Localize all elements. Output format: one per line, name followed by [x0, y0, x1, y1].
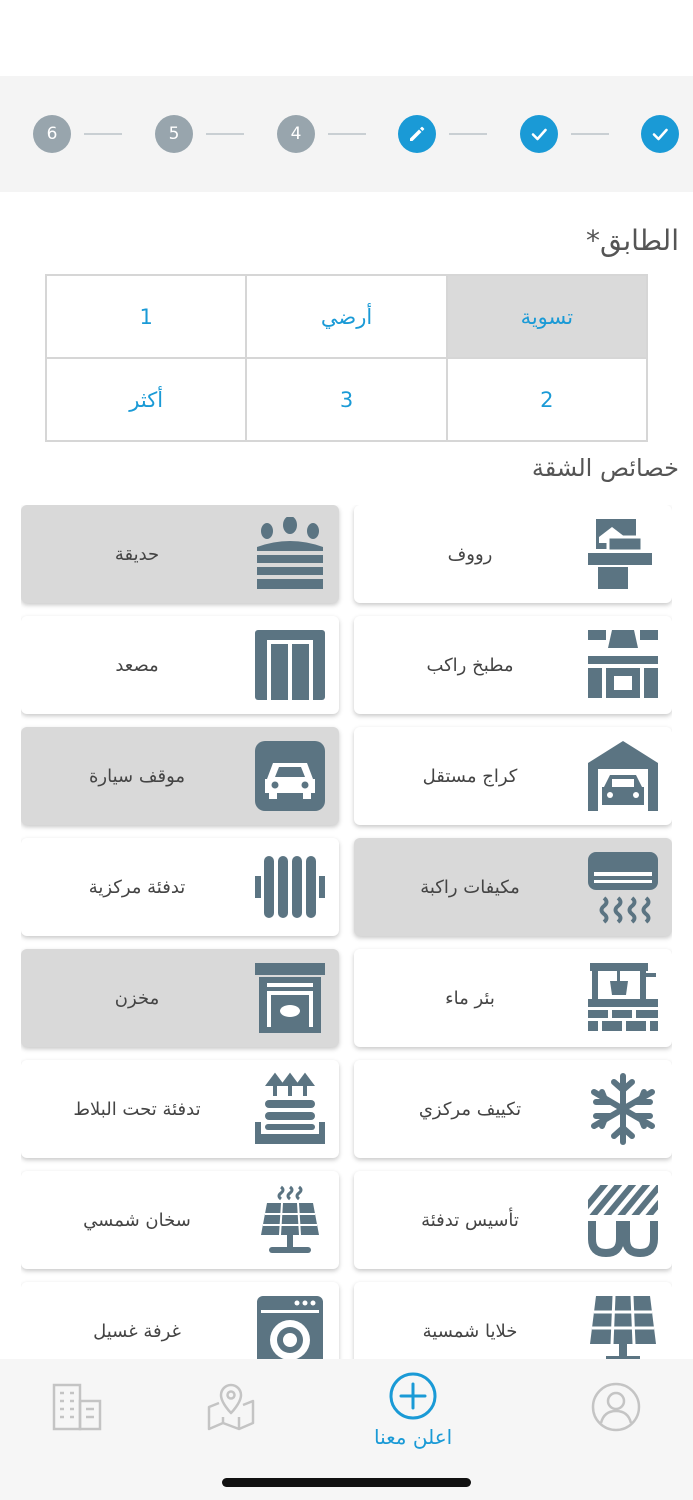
- user-profile-icon: [591, 1382, 641, 1432]
- feature-card-central-ac[interactable]: تكييف مركزي: [354, 1060, 672, 1158]
- floor-option-1[interactable]: 1: [47, 276, 246, 357]
- nav-advertise[interactable]: اعلن معنا: [374, 1371, 452, 1449]
- air-conditioner-icon: [588, 852, 658, 924]
- step-connector: [449, 133, 487, 135]
- feature-label: مصعد: [115, 654, 159, 676]
- feature-card-garden[interactable]: حديقة: [21, 505, 339, 603]
- garden-icon: [257, 517, 323, 589]
- feature-card-water-well[interactable]: بئر ماء: [354, 949, 672, 1047]
- floor-option-basement[interactable]: تسوية: [447, 276, 646, 357]
- solar-panel-icon: [590, 1295, 656, 1359]
- plus-circle-icon: [389, 1372, 437, 1420]
- feature-card-roof[interactable]: رووف: [354, 505, 672, 603]
- step-2-done[interactable]: [520, 115, 558, 153]
- nav-properties[interactable]: [50, 1381, 104, 1433]
- floor-option-more[interactable]: أكثر: [47, 359, 246, 440]
- feature-label: خلايا شمسية: [422, 1320, 518, 1342]
- floor-heating-icon: [255, 1072, 325, 1144]
- feature-card-solar-heater[interactable]: سخان شمسي: [21, 1171, 339, 1269]
- step-connector: [571, 133, 609, 135]
- feature-card-garage[interactable]: كراج مستقل: [354, 727, 672, 825]
- feature-label: حديقة: [114, 543, 160, 565]
- solar-heater-icon: [261, 1185, 319, 1253]
- garage-icon: [588, 741, 658, 811]
- feature-label: مكيفات راكبة: [420, 876, 520, 898]
- check-icon: [531, 128, 547, 141]
- floor-option-3[interactable]: 3: [247, 359, 446, 440]
- storage-icon: [255, 963, 325, 1033]
- floor-section-title: الطابق*: [586, 224, 679, 257]
- feature-label: بئر ماء: [445, 987, 495, 1009]
- step-connector: [206, 133, 244, 135]
- parking-icon: [255, 741, 325, 811]
- feature-card-kitchen[interactable]: مطبخ راكب: [354, 616, 672, 714]
- step-5[interactable]: 5: [155, 115, 193, 153]
- roof-icon: [588, 519, 652, 589]
- step-connector: [328, 133, 366, 135]
- feature-label: تدفئة مركزية: [88, 876, 186, 898]
- floor-option-ground[interactable]: أرضي: [247, 276, 446, 357]
- washing-machine-icon: [257, 1296, 323, 1359]
- step-progress-bar: 6 5 4: [0, 76, 693, 192]
- water-well-icon: [588, 963, 658, 1031]
- feature-card-laundry-room[interactable]: غرفة غسيل: [21, 1282, 339, 1359]
- feature-card-split-ac[interactable]: مكيفات راكبة: [354, 838, 672, 936]
- step-1-done[interactable]: [641, 115, 679, 153]
- feature-card-elevator[interactable]: مصعد: [21, 616, 339, 714]
- feature-card-central-heating[interactable]: تدفئة مركزية: [21, 838, 339, 936]
- feature-label: كراج مستقل: [422, 765, 518, 787]
- step-connector: [84, 133, 122, 135]
- feature-label: مطبخ راكب: [426, 654, 514, 676]
- feature-card-floor-heating[interactable]: تدفئة تحت البلاط: [21, 1060, 339, 1158]
- feature-label: تأسيس تدفئة: [421, 1209, 519, 1231]
- feature-label: موقف سيارة: [88, 765, 186, 787]
- step-3-current[interactable]: [398, 115, 436, 153]
- features-section-title: خصائص الشقة: [531, 454, 679, 482]
- nav-advertise-label: اعلن معنا: [374, 1425, 453, 1449]
- feature-card-storage[interactable]: مخزن: [21, 949, 339, 1047]
- floor-option-2[interactable]: 2: [447, 359, 646, 440]
- feature-card-solar-panels[interactable]: خلايا شمسية: [354, 1282, 672, 1359]
- home-indicator: [222, 1478, 471, 1487]
- nav-profile[interactable]: [590, 1381, 642, 1433]
- step-4[interactable]: 4: [277, 115, 315, 153]
- feature-label: رووف: [447, 543, 493, 565]
- feature-label: غرفة غسيل: [93, 1320, 181, 1342]
- heating-pipes-icon: [588, 1185, 658, 1257]
- feature-label: مخزن: [114, 987, 160, 1009]
- buildings-icon: [52, 1383, 102, 1431]
- floor-options-grid: تسوية أرضي 1 2 3 أكثر: [45, 274, 648, 442]
- feature-card-parking[interactable]: موقف سيارة: [21, 727, 339, 825]
- feature-label: تكييف مركزي: [418, 1098, 522, 1120]
- snowflake-icon: [591, 1073, 655, 1145]
- check-icon: [652, 128, 668, 141]
- map-location-icon: [207, 1383, 255, 1431]
- pencil-icon: [410, 126, 425, 141]
- elevator-icon: [255, 630, 325, 700]
- feature-card-heating-installation[interactable]: تأسيس تدفئة: [354, 1171, 672, 1269]
- step-6[interactable]: 6: [33, 115, 71, 153]
- radiator-icon: [255, 856, 325, 918]
- apartment-features-list[interactable]: رووف حديقة مطبخ راكب مصعد كراج مستقل موق…: [21, 505, 672, 1359]
- feature-label: سخان شمسي: [83, 1209, 191, 1231]
- kitchen-icon: [588, 630, 658, 698]
- nav-map[interactable]: [205, 1381, 257, 1433]
- feature-label: تدفئة تحت البلاط: [73, 1098, 201, 1120]
